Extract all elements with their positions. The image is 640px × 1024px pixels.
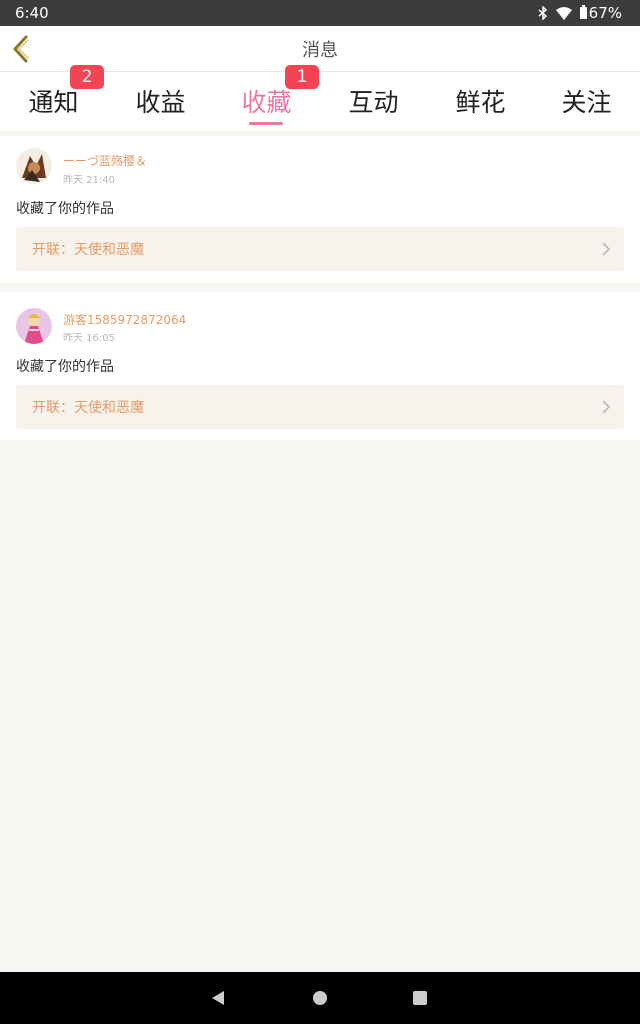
message-text: 收藏了你的作品 [16, 201, 114, 217]
wifi-icon [555, 6, 572, 20]
tab-flowers[interactable]: 鲜花 [427, 72, 534, 130]
avatar[interactable] [16, 148, 52, 184]
avatar[interactable] [16, 308, 52, 344]
chevron-right-icon [602, 400, 610, 414]
bluetooth-icon [538, 6, 548, 20]
work-link[interactable]: 开联：天使和恶魔 [16, 227, 624, 271]
tab-label: 互动 [348, 88, 399, 117]
notification-badge: 2 [70, 65, 104, 89]
tab-label: 收益 [135, 88, 186, 117]
message-card: 游客1585972872064 昨天 16:05 收藏了你的作品 开联：天使和恶… [0, 292, 640, 440]
chevron-right-icon [602, 242, 610, 256]
tab-bar: 通知 收益 收藏 互动 鲜花 关注 2 1 [0, 65, 640, 130]
message-time: 昨天 21:40 [63, 175, 115, 186]
battery-percentage: 67% [588, 4, 622, 22]
status-bar: 6:40 67% [0, 0, 640, 26]
tab-label: 通知 [28, 88, 79, 117]
nav-back-icon[interactable] [210, 990, 226, 1006]
tab-label: 鲜花 [455, 88, 506, 117]
username[interactable]: ーーづ蓝殇樱＆ [63, 152, 147, 169]
tab-follows[interactable]: 关注 [533, 72, 640, 130]
battery-icon: 67% [579, 4, 622, 22]
work-title: 开联：天使和恶魔 [32, 242, 144, 258]
username[interactable]: 游客1585972872064 [63, 311, 186, 328]
nav-home-icon[interactable] [312, 990, 328, 1006]
status-time: 6:40 [15, 4, 49, 22]
active-tab-indicator [249, 122, 283, 125]
tab-earnings[interactable]: 收益 [107, 72, 214, 130]
status-icons: 67% [538, 4, 622, 22]
message-time: 昨天 16:05 [63, 333, 115, 344]
tab-label: 收藏 [241, 88, 292, 117]
tab-interactions[interactable]: 互动 [320, 72, 427, 130]
message-text: 收藏了你的作品 [16, 359, 114, 375]
nav-recents-icon[interactable] [412, 990, 428, 1006]
system-nav-bar [0, 972, 640, 1024]
favorites-badge: 1 [285, 65, 319, 89]
work-title: 开联：天使和恶魔 [32, 400, 144, 416]
message-card: ーーづ蓝殇樱＆ 昨天 21:40 收藏了你的作品 开联：天使和恶魔 [0, 136, 640, 282]
work-link[interactable]: 开联：天使和恶魔 [16, 385, 624, 429]
tab-label: 关注 [561, 88, 612, 117]
